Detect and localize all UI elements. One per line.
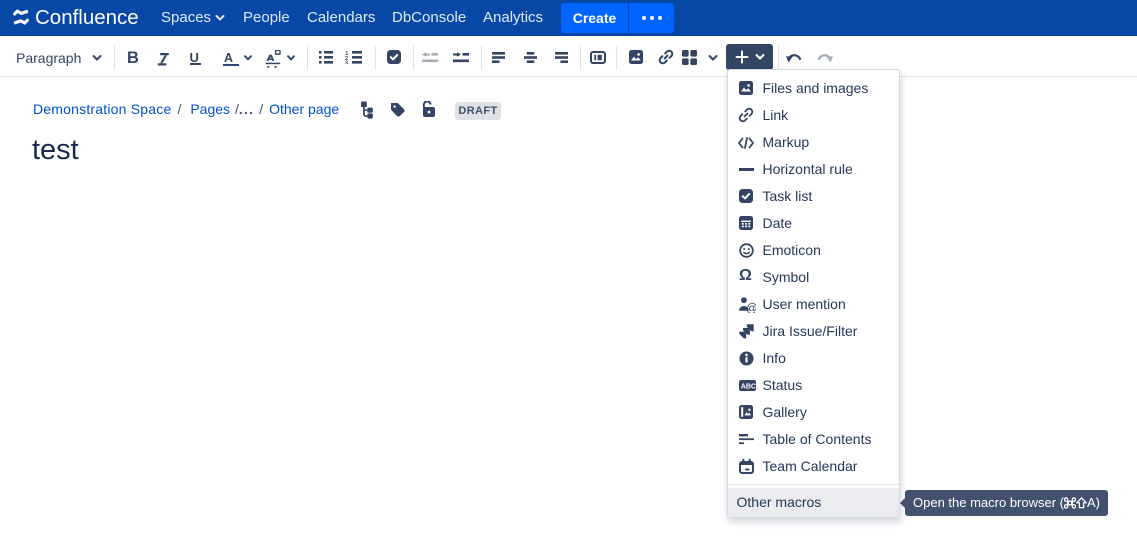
svg-text:@: @: [746, 303, 756, 313]
svg-text:3: 3: [345, 61, 348, 64]
svg-text:ABC: ABC: [741, 383, 756, 390]
